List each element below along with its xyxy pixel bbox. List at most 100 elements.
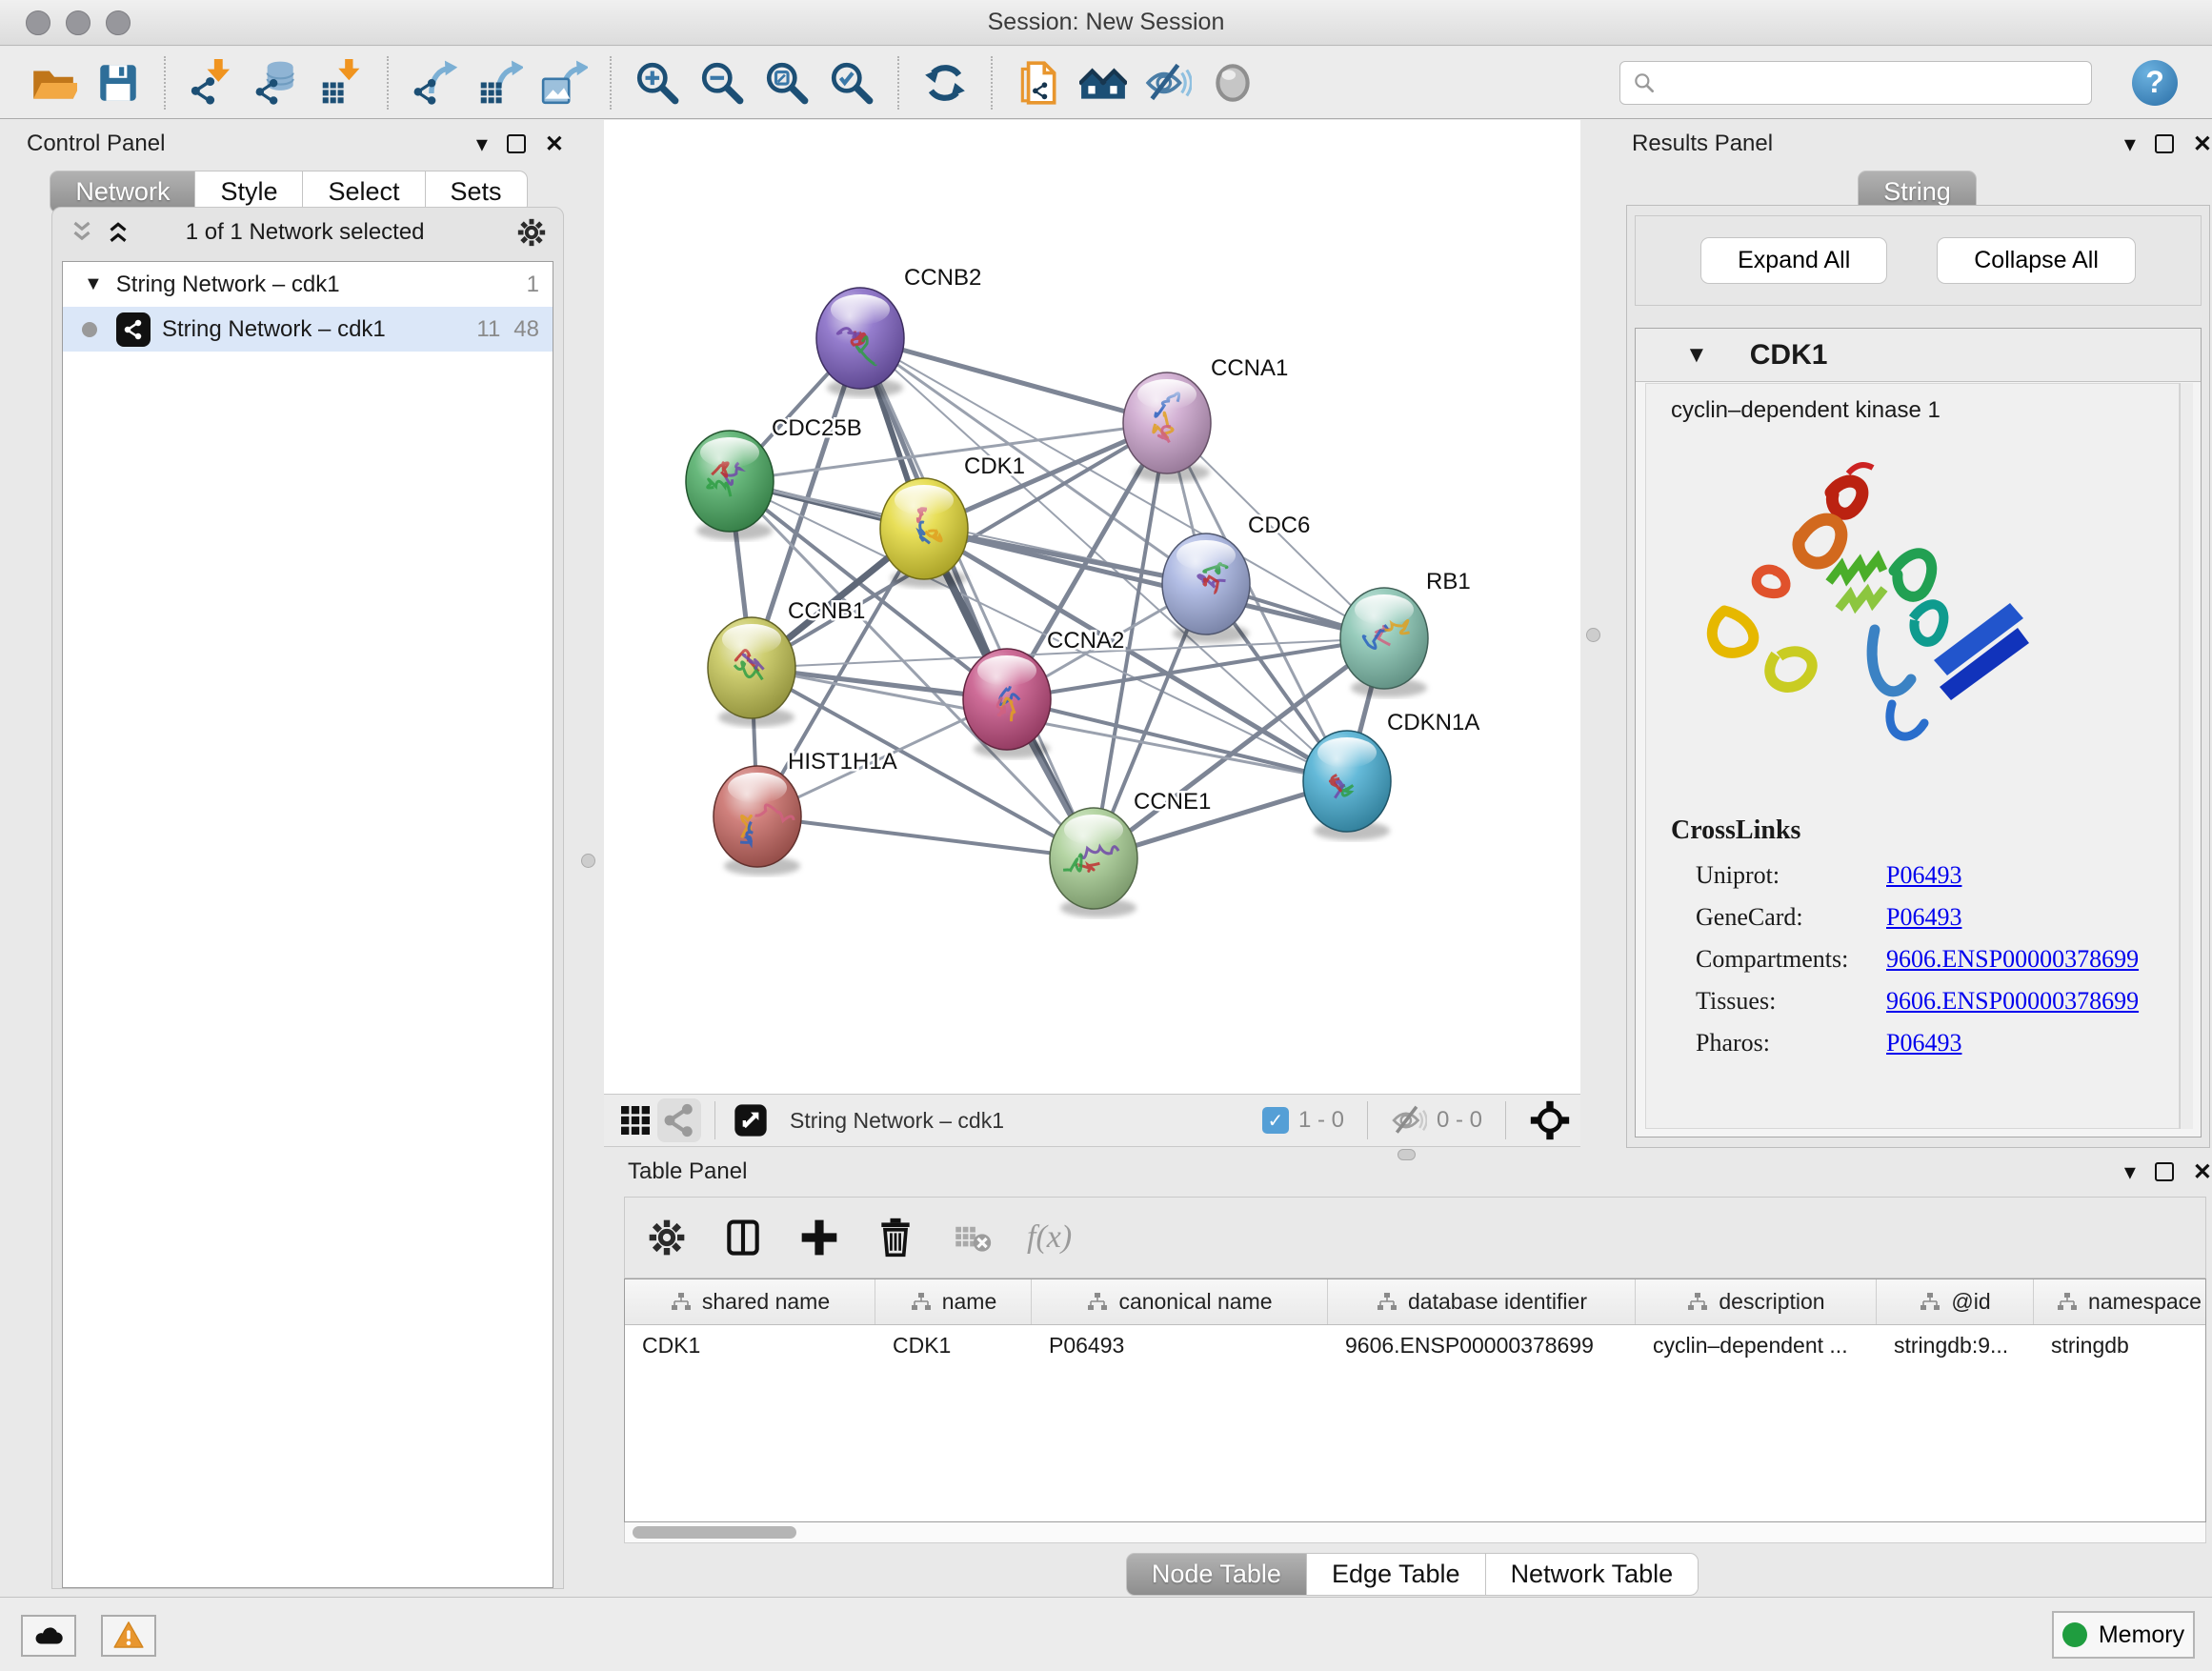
node-CCNB1[interactable]: CCNB1: [708, 598, 865, 727]
column-header-description[interactable]: description: [1636, 1279, 1877, 1324]
delete-table-icon[interactable]: [951, 1217, 993, 1258]
collection-collapse-caret[interactable]: ▼: [84, 273, 103, 295]
open-session-icon[interactable]: [26, 55, 81, 111]
control-panel-maximize-icon[interactable]: [507, 134, 526, 153]
results-scrollbar[interactable]: [2180, 383, 2193, 1129]
crosslink-link[interactable]: P06493: [1886, 861, 1961, 890]
crosslink-link[interactable]: P06493: [1886, 1029, 1961, 1057]
warnings-button[interactable]: [101, 1615, 156, 1657]
save-session-icon[interactable]: [90, 55, 146, 111]
gene-collapse-caret[interactable]: ▼: [1685, 342, 1708, 369]
export-table-icon[interactable]: [472, 55, 527, 111]
right-splitter-handle[interactable]: [1586, 628, 1600, 642]
node-table[interactable]: shared namenamecanonical namedatabase id…: [624, 1278, 2206, 1522]
expand-all-networks-icon[interactable]: [104, 218, 132, 247]
edge-CCNB2-CCNE1[interactable]: [860, 338, 1094, 858]
zoom-fit-icon[interactable]: [759, 55, 814, 111]
table-row[interactable]: CDK1CDK1P064939606.ENSP00000378699cyclin…: [625, 1325, 2205, 1369]
table-cell[interactable]: stringdb:9...: [1877, 1325, 2034, 1369]
import-network-from-database-icon[interactable]: [249, 55, 304, 111]
help-button[interactable]: ?: [2132, 60, 2178, 106]
table-cell[interactable]: CDK1: [875, 1325, 1032, 1369]
control-panel-float-icon[interactable]: ▾: [476, 131, 488, 158]
control-panel-close-icon[interactable]: ✕: [545, 131, 564, 158]
edge-CDK1-RB1[interactable]: [924, 529, 1384, 638]
column-header-@id[interactable]: @id: [1877, 1279, 2034, 1324]
table-cell[interactable]: 9606.ENSP00000378699: [1328, 1325, 1636, 1369]
string-home-houses-icon[interactable]: [1076, 55, 1131, 111]
results-panel-maximize-icon[interactable]: [2155, 134, 2174, 153]
network-collection-row[interactable]: ▼ String Network – cdk1 1: [63, 262, 553, 307]
table-cell[interactable]: P06493: [1032, 1325, 1328, 1369]
import-network-from-file-icon[interactable]: [184, 55, 239, 111]
highlight-eye-icon[interactable]: [1205, 55, 1260, 111]
export-image-icon[interactable]: [536, 55, 592, 111]
table-horizontal-scrollbar[interactable]: [624, 1522, 2206, 1543]
zoom-selected-icon[interactable]: [824, 55, 879, 111]
string-network-graph[interactable]: CCNB2CCNA1CDC25BCDK1CDC6RB1CCNB1CCNA2CDK…: [604, 120, 1580, 1094]
table-panel-maximize-icon[interactable]: [2155, 1162, 2174, 1181]
column-header-canonical-name[interactable]: canonical name: [1032, 1279, 1328, 1324]
crosslink-link[interactable]: 9606.ENSP00000378699: [1886, 945, 2139, 974]
collapse-all-button[interactable]: Collapse All: [1937, 237, 2136, 284]
node-CCNB2[interactable]: CCNB2: [816, 265, 981, 397]
function-builder-icon[interactable]: f(x): [1027, 1219, 1072, 1256]
table-cell[interactable]: stringdb: [2034, 1325, 2206, 1369]
column-header-namespace[interactable]: namespace: [2034, 1279, 2206, 1324]
import-table-from-file-icon[interactable]: [313, 55, 369, 111]
hide-glasses-eye-icon[interactable]: [1140, 55, 1196, 111]
results-panel-float-icon[interactable]: ▾: [2124, 131, 2136, 158]
column-header-name[interactable]: name: [875, 1279, 1032, 1324]
memory-button[interactable]: Memory: [2052, 1611, 2195, 1659]
node-RB1[interactable]: RB1: [1340, 569, 1471, 697]
left-splitter-handle[interactable]: [581, 854, 595, 868]
add-column-icon[interactable]: [798, 1217, 840, 1258]
zoom-in-icon[interactable]: [630, 55, 685, 111]
search-input[interactable]: [1664, 70, 2080, 95]
detach-view-icon[interactable]: [729, 1098, 773, 1142]
node-CCNE1[interactable]: CCNE1: [1050, 789, 1211, 917]
network-view-canvas[interactable]: CCNB2CCNA1CDC25BCDK1CDC6RB1CCNB1CCNA2CDK…: [604, 120, 1580, 1094]
export-network-icon[interactable]: [407, 55, 462, 111]
gene-section-header[interactable]: ▼ CDK1: [1636, 329, 2201, 382]
birds-eye-view-icon[interactable]: [1529, 1099, 1571, 1141]
toolbar-separator: [164, 56, 166, 110]
node-HIST1H1A[interactable]: HIST1H1A: [714, 749, 897, 876]
node-CDKN1A[interactable]: CDKN1A: [1303, 710, 1479, 840]
table-panel-float-icon[interactable]: ▾: [2124, 1158, 2136, 1186]
refresh-layout-icon[interactable]: [917, 55, 973, 111]
network-row[interactable]: String Network – cdk1 11 48: [63, 307, 553, 352]
tab-node-table[interactable]: Node Table: [1126, 1553, 1307, 1596]
column-header-database-identifier[interactable]: database identifier: [1328, 1279, 1636, 1324]
results-panel-close-icon[interactable]: ✕: [2193, 131, 2212, 158]
network-share-icon[interactable]: [657, 1098, 701, 1142]
table-options-gear-icon[interactable]: [646, 1217, 688, 1258]
network-options-gear-icon[interactable]: [515, 216, 548, 249]
delete-column-icon[interactable]: [875, 1217, 916, 1258]
column-header-shared-name[interactable]: shared name: [625, 1279, 875, 1324]
table-cell[interactable]: cyclin–dependent ...: [1636, 1325, 1877, 1369]
tab-network-table[interactable]: Network Table: [1486, 1553, 1699, 1596]
table-panel-close-icon[interactable]: ✕: [2193, 1158, 2212, 1186]
crosslink-row: Uniprot:P06493: [1696, 861, 2179, 890]
search-field[interactable]: [1619, 61, 2092, 105]
hidden-eye-icon[interactable]: [1391, 1102, 1427, 1138]
show-columns-icon[interactable]: [722, 1217, 764, 1258]
grid-view-icon[interactable]: [613, 1098, 657, 1142]
node-label-CCNE1: CCNE1: [1134, 789, 1211, 815]
bottom-splitter-handle[interactable]: [1398, 1149, 1416, 1160]
table-cell[interactable]: CDK1: [625, 1325, 875, 1369]
collapse-all-networks-icon[interactable]: [68, 218, 96, 247]
crosslink-link[interactable]: 9606.ENSP00000378699: [1886, 987, 2139, 1016]
expand-all-button[interactable]: Expand All: [1700, 237, 1887, 284]
crosslink-link[interactable]: P06493: [1886, 903, 1961, 932]
node-CCNA1[interactable]: CCNA1: [1123, 355, 1288, 482]
node-CDC25B[interactable]: CDC25B: [686, 415, 862, 540]
zoom-out-icon[interactable]: [694, 55, 750, 111]
scrollbar-thumb[interactable]: [633, 1526, 796, 1539]
selected-checkbox-icon[interactable]: ✓: [1262, 1107, 1289, 1134]
cloud-status-button[interactable]: [21, 1615, 76, 1657]
tab-edge-table[interactable]: Edge Table: [1307, 1553, 1486, 1596]
edge-HIST1H1A-CCNE1[interactable]: [757, 816, 1094, 858]
string-document-share-icon[interactable]: [1011, 55, 1066, 111]
